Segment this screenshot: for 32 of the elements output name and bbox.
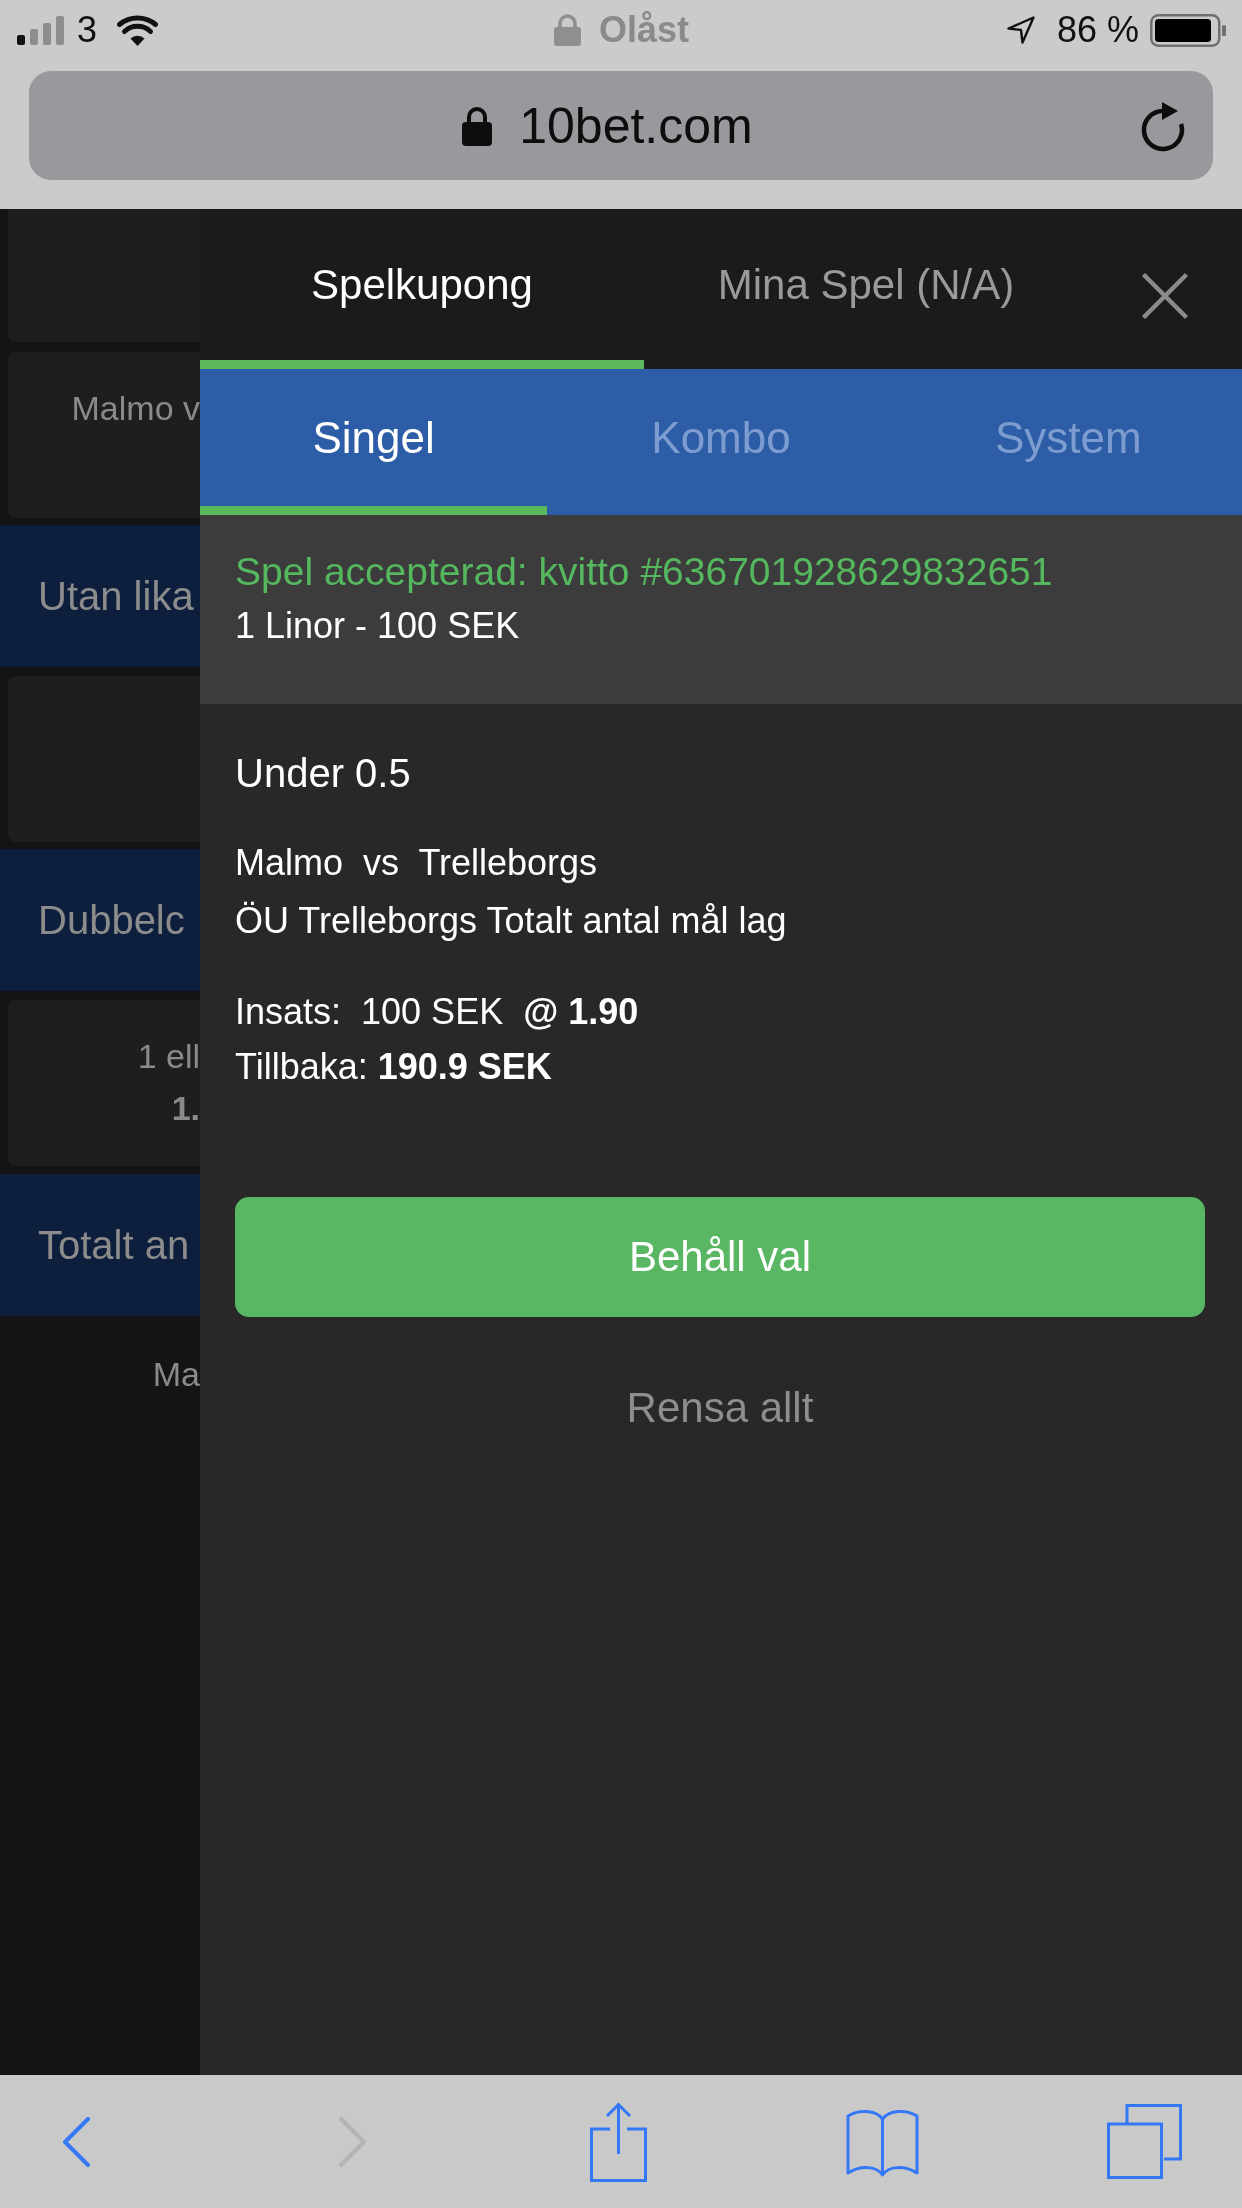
odds-value: 1. — [171, 1088, 200, 1129]
wifi-icon — [117, 14, 159, 46]
battery-percent: 86 % — [1056, 9, 1139, 51]
back-icon[interactable] — [63, 2116, 90, 2167]
address-bar[interactable]: 10bet.com — [29, 71, 1213, 180]
market-label: Malmo v — [71, 388, 200, 429]
lock-status: Olåst — [598, 9, 689, 51]
section-title: Dubbelc — [38, 897, 185, 944]
market-label: 1 ell — [137, 1036, 200, 1077]
share-icon[interactable] — [590, 2101, 647, 2182]
stake-text: Insats: 100 SEK @ 1.90 — [235, 990, 639, 1034]
event-name: Malmo vs Trelleborgs — [235, 841, 598, 885]
receipt-summary: 1 Linor - 100 SEK — [235, 604, 521, 648]
lock-icon — [462, 105, 493, 146]
close-icon — [1141, 272, 1189, 320]
returns-text: Tillbaka: 190.9 SEK — [235, 1045, 552, 1089]
market-label: Ma — [152, 1354, 200, 1395]
section-title: Utan lika — [38, 573, 194, 620]
slip-tab[interactable]: Mina Spel (N/A) — [644, 209, 1088, 369]
carrier-label: 3 — [77, 9, 98, 51]
location-arrow-icon — [1006, 16, 1035, 44]
receipt-message: Spel accepterad: kvitto #636701928629832651 — [235, 549, 1054, 595]
selection-label: Under 0.5 — [235, 750, 411, 797]
signal-icon — [17, 15, 65, 45]
two-squares-icon[interactable] — [1107, 2104, 1182, 2179]
text-button[interactable]: Rensa allt — [622, 1378, 818, 1438]
url-text: 10bet.com — [519, 96, 753, 156]
lock-icon — [553, 14, 581, 46]
battery-icon — [1150, 13, 1226, 47]
section-title: Totalt an — [38, 1222, 190, 1269]
market-name: ÖU Trelleborgs Totalt antal mål lag — [235, 899, 787, 943]
reload-icon[interactable] — [1140, 99, 1186, 152]
